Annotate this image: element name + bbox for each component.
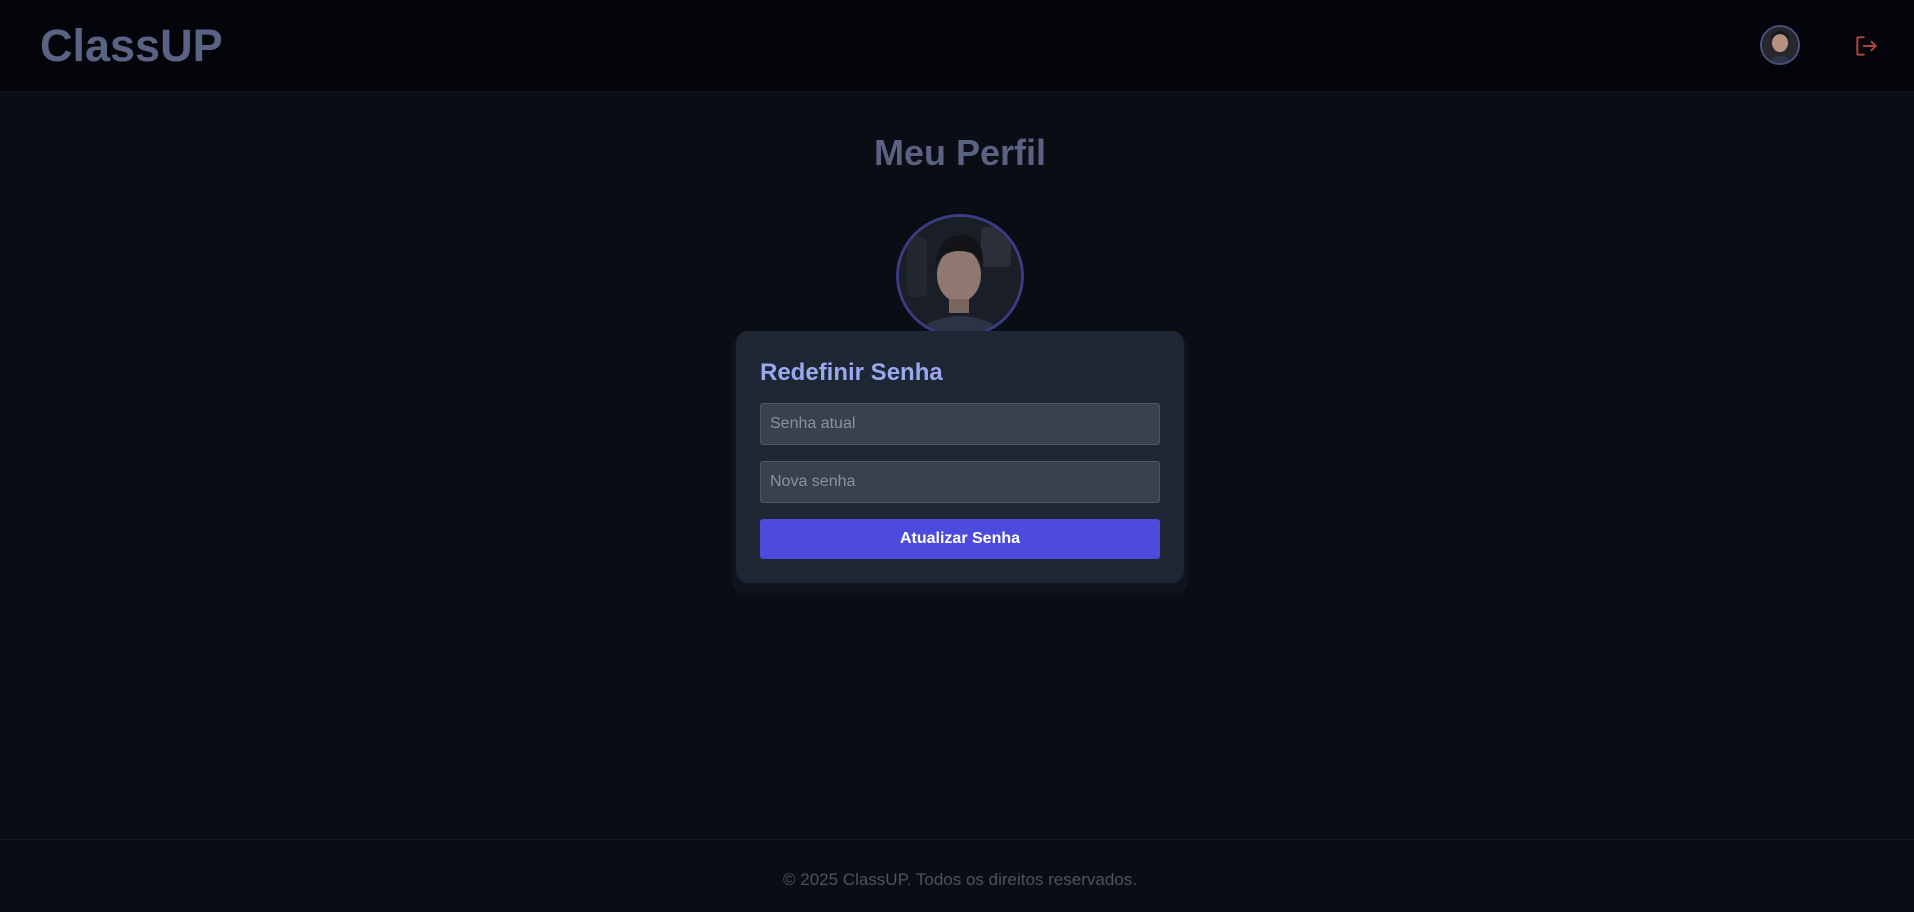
profile-photo-image (899, 217, 1021, 335)
current-password-input[interactable] (760, 403, 1160, 445)
avatar-face-icon (1762, 27, 1798, 63)
new-password-input[interactable] (760, 461, 1160, 503)
profile-photo-icon[interactable] (896, 214, 1024, 338)
update-password-button[interactable]: Atualizar Senha (760, 519, 1160, 559)
top-header: ClassUP (0, 0, 1914, 92)
footer: © 2025 ClassUP. Todos os direitos reserv… (0, 839, 1914, 912)
logout-icon[interactable] (1853, 33, 1879, 59)
footer-copyright: © 2025 ClassUP. Todos os direitos reserv… (783, 870, 1137, 889)
page-title: Meu Perfil (873, 132, 1047, 173)
user-avatar-icon[interactable] (1760, 25, 1800, 65)
password-card: Redefinir Senha Atualizar Senha (736, 331, 1184, 583)
card-title: Redefinir Senha (760, 359, 943, 386)
app-logo[interactable]: ClassUP (40, 20, 223, 72)
